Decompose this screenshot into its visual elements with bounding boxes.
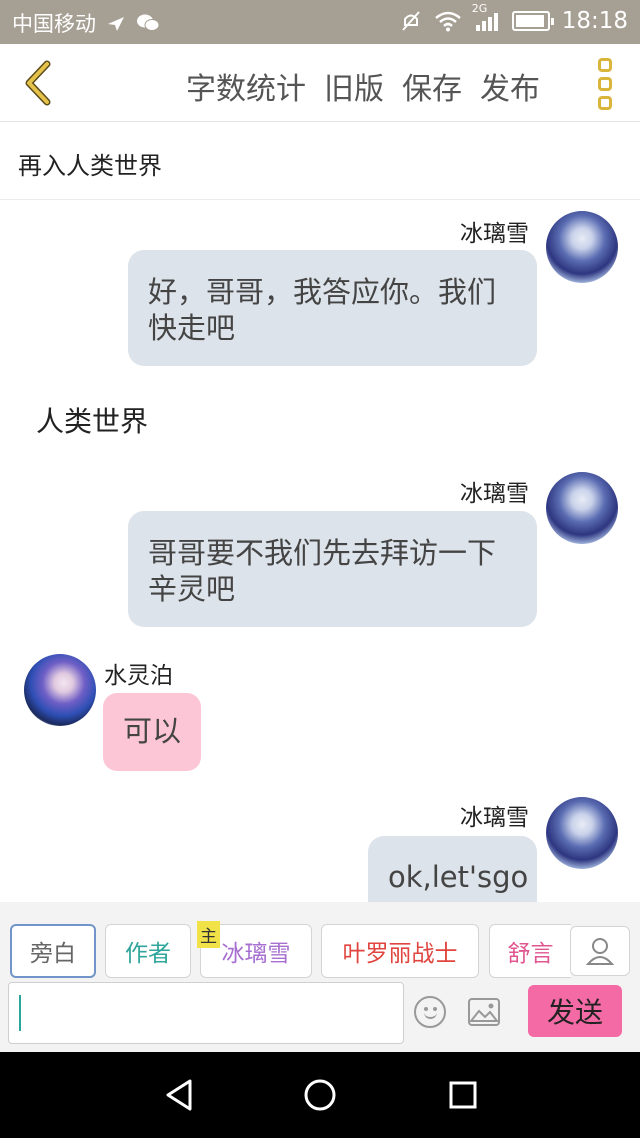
publish-button[interactable]: 发布 — [480, 64, 540, 108]
role-label: 作者 — [125, 941, 171, 967]
more-menu-button[interactable] — [592, 58, 618, 110]
signal-icon: 2G — [472, 2, 500, 32]
speaker-name: 水灵泊 — [104, 663, 173, 689]
carrier-label: 中国移动 — [12, 12, 96, 36]
host-badge: 主 — [197, 921, 220, 948]
role-tab-bingli-xue[interactable]: 主 冰璃雪 — [197, 921, 312, 978]
role-label: 叶罗丽战士 — [342, 941, 458, 967]
chapter-header[interactable]: 再入人类世界 — [0, 122, 640, 200]
home-nav-icon[interactable] — [303, 1078, 337, 1112]
battery-icon — [511, 11, 554, 31]
avatar[interactable] — [24, 654, 96, 726]
more-dot-icon — [598, 96, 612, 110]
speaker-name: 冰璃雪 — [460, 221, 529, 247]
message-bubble[interactable]: 可以 — [103, 693, 202, 771]
editor-toolbar: 字数统计 旧版 保存 发布 — [0, 44, 640, 122]
more-dot-icon — [598, 77, 612, 91]
message-bubble[interactable]: 好，哥哥，我答应你。我们快走吧 — [128, 250, 537, 366]
system-nav-bar — [0, 1052, 640, 1138]
send-button[interactable]: 发送 — [528, 985, 622, 1037]
image-icon[interactable] — [467, 997, 501, 1027]
message-bubble[interactable]: 哥哥要不我们先去拜访一下辛灵吧 — [128, 511, 537, 627]
message-bubble[interactable]: ok,let'sgo — [368, 836, 537, 902]
old-version-button[interactable]: 旧版 — [324, 64, 384, 108]
emoji-icon[interactable] — [414, 996, 446, 1028]
network-type-label: 2G — [471, 2, 488, 15]
text-cursor — [19, 995, 21, 1031]
role-label: 旁白 — [30, 941, 76, 967]
role-tab-yeluoli-warrior[interactable]: 叶罗丽战士 — [321, 924, 479, 978]
speaker-name: 冰璃雪 — [460, 805, 529, 831]
save-button[interactable]: 保存 — [402, 64, 462, 108]
back-nav-icon[interactable] — [162, 1078, 196, 1112]
airplane-icon — [106, 13, 126, 33]
narration-text[interactable]: 人类世界 — [36, 400, 148, 440]
role-tab-author[interactable]: 作者 — [105, 924, 191, 978]
recents-nav-icon[interactable] — [446, 1078, 480, 1112]
user-icon — [586, 938, 614, 965]
word-count-button[interactable]: 字数统计 — [186, 64, 306, 108]
avatar[interactable] — [546, 472, 618, 544]
wifi-icon — [434, 10, 462, 32]
back-button[interactable] — [14, 58, 62, 108]
chevron-left-icon — [25, 60, 51, 106]
message-input[interactable] — [8, 982, 404, 1044]
role-manage-button[interactable] — [570, 926, 630, 976]
mute-icon — [400, 10, 422, 32]
role-tab-narrator[interactable]: 旁白 — [10, 924, 96, 978]
role-label: 冰璃雪 — [221, 941, 291, 967]
role-label: 舒言 — [507, 941, 554, 967]
avatar[interactable] — [546, 211, 618, 283]
speaker-name: 冰璃雪 — [460, 481, 529, 507]
role-tab-shuyan[interactable]: 舒言 — [489, 924, 571, 978]
chapter-title: 再入人类世界 — [18, 152, 162, 180]
avatar[interactable] — [546, 797, 618, 869]
more-dot-icon — [598, 58, 612, 72]
wechat-icon — [136, 13, 160, 33]
status-bar: 中国移动 2G 18:18 — [0, 0, 640, 44]
clock: 18:18 — [561, 8, 628, 34]
